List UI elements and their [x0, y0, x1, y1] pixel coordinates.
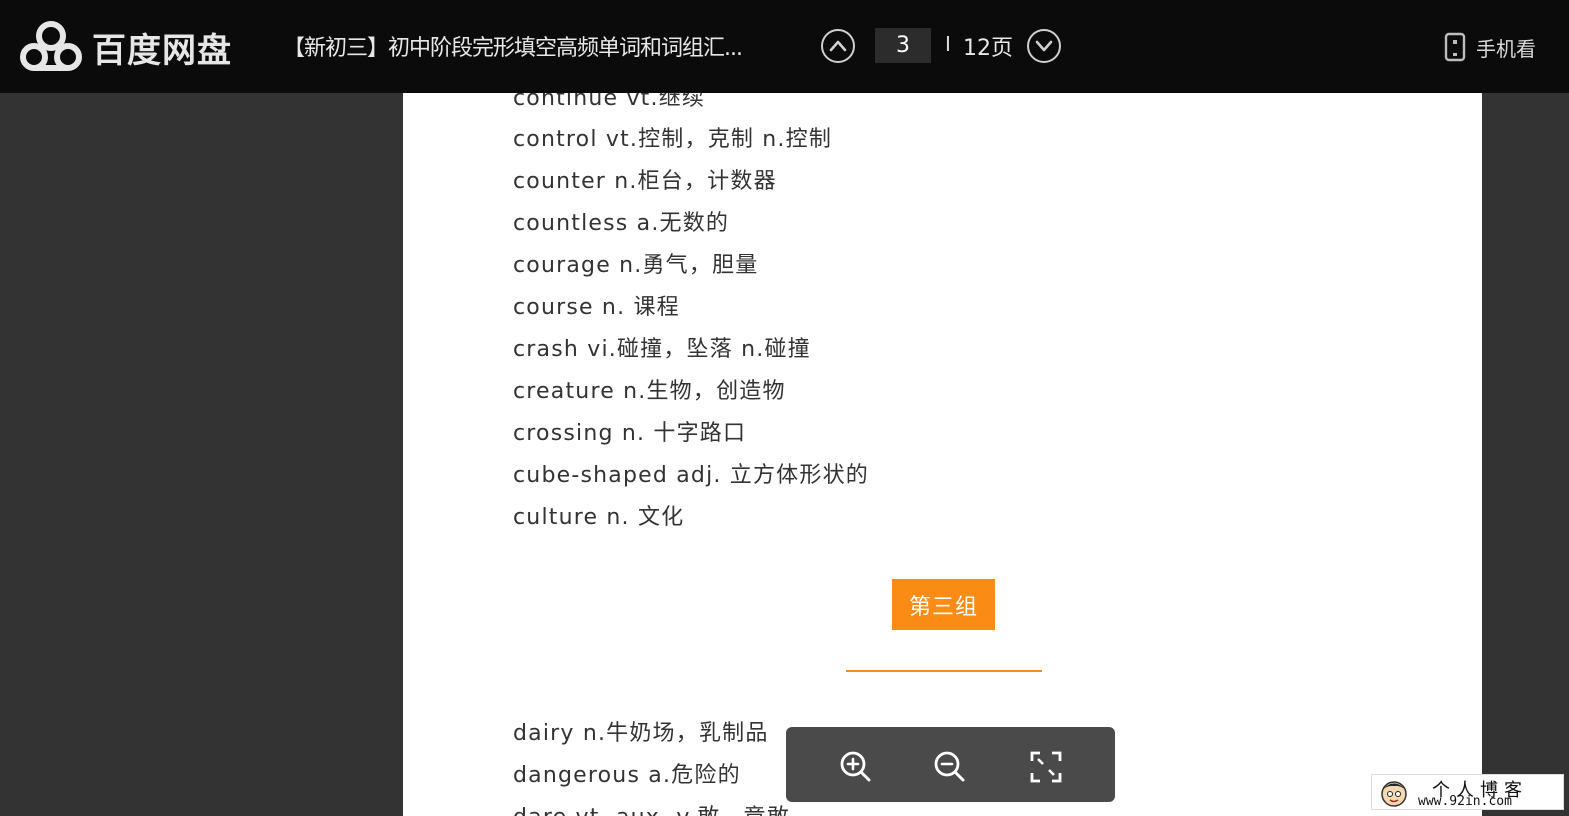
vocab-line: dare vt. aux. v.敢，竟敢 [513, 803, 790, 816]
zoom-in-button[interactable] [838, 749, 874, 785]
section-heading-badge: 第三组 [892, 579, 995, 630]
logo-text: 百度网盘 [92, 30, 232, 71]
vocab-line: courage n.勇气，胆量 [513, 253, 759, 278]
cartoon-face-icon [1381, 781, 1407, 807]
vocab-line: culture n. 文化 [513, 505, 685, 530]
vocab-line: crossing n. 十字路口 [513, 421, 747, 446]
zoom-out-icon [934, 751, 965, 782]
mobile-view-button[interactable]: 手机看 [1444, 31, 1536, 63]
vocab-line: dairy n.牛奶场，乳制品 [513, 721, 769, 746]
fullscreen-button[interactable] [1028, 749, 1064, 785]
chevron-down-icon [1035, 40, 1053, 52]
top-bar: 百度网盘 【新初三】初中阶段完形填空高频单词和词组汇... I 12页 手机看 [0, 0, 1569, 93]
vocab-line: control vt.控制，克制 n.控制 [513, 127, 833, 152]
page-separator: I [945, 32, 951, 56]
watermark-url: www.92in.com [1418, 794, 1512, 809]
next-page-button[interactable] [1027, 29, 1061, 63]
chevron-up-icon [829, 40, 847, 52]
vocab-line: creature n.生物，创造物 [513, 379, 786, 404]
zoom-in-icon [840, 751, 871, 782]
zoom-out-button[interactable] [932, 749, 968, 785]
total-pages: 12页 [963, 36, 1013, 61]
cloud-logo-icon [20, 21, 82, 71]
document-title: 【新初三】初中阶段完形填空高频单词和词组汇... [283, 36, 743, 61]
vocab-line: continue vt.继续 [513, 93, 706, 111]
vocab-line: crash vi.碰撞，坠落 n.碰撞 [513, 337, 811, 362]
watermark: 个人博客 www.92in.com [1371, 774, 1564, 810]
previous-page-button[interactable] [821, 29, 855, 63]
vocab-line: cube-shaped adj. 立方体形状的 [513, 463, 869, 488]
zoom-toolbar [786, 727, 1115, 802]
document-page: continue vt.继续 control vt.控制，克制 n.控制 cou… [403, 93, 1482, 816]
fullscreen-icon [1030, 751, 1062, 783]
mobile-view-label: 手机看 [1476, 36, 1536, 61]
page-number-input[interactable] [875, 28, 931, 63]
phone-icon [1444, 32, 1466, 62]
vocab-line: countless a.无数的 [513, 211, 730, 236]
vocab-line: course n. 课程 [513, 295, 680, 320]
section-divider [846, 670, 1042, 672]
vocab-line: counter n.柜台，计数器 [513, 169, 777, 194]
logo[interactable]: 百度网盘 [20, 21, 232, 73]
vocab-line: dangerous a.危险的 [513, 763, 741, 788]
